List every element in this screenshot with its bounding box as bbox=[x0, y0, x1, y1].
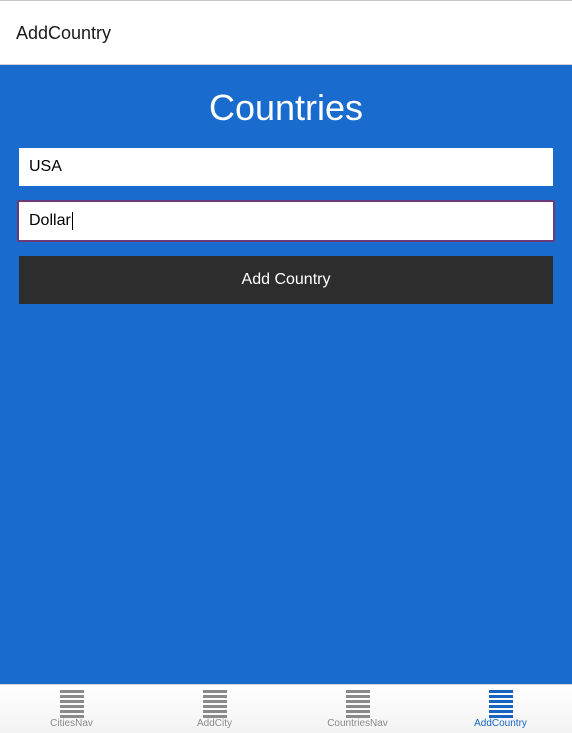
header-title: AddCountry bbox=[16, 23, 112, 43]
list-icon bbox=[345, 690, 370, 718]
list-icon bbox=[488, 690, 513, 718]
page-title: Countries bbox=[208, 87, 364, 128]
country-name-field[interactable]: USA bbox=[19, 148, 553, 186]
tab-countries-nav[interactable]: CountriesNav bbox=[286, 685, 429, 733]
tab-label-add-city: AddCity bbox=[196, 718, 232, 729]
currency-value: Dollar bbox=[29, 212, 71, 229]
text-cursor bbox=[71, 211, 73, 230]
navigation-header: AddCountry bbox=[0, 1, 572, 65]
tab-add-country[interactable]: AddCountry bbox=[429, 685, 572, 733]
country-name-value: USA bbox=[29, 158, 62, 175]
currency-field[interactable]: Dollar bbox=[17, 200, 555, 242]
add-country-button[interactable]: Add Country bbox=[19, 256, 553, 304]
app-window: AddCountry Countries USA Dollar Add Coun… bbox=[0, 0, 572, 733]
tab-add-city[interactable]: AddCity bbox=[143, 685, 286, 733]
main-content: Countries USA Dollar Add Country bbox=[0, 65, 572, 684]
tab-bar: CitiesNav AddCity CountriesNav AddCountr… bbox=[0, 684, 572, 733]
list-icon bbox=[202, 690, 227, 718]
tab-label-add-country: AddCountry bbox=[474, 718, 527, 729]
tab-label-countries-nav: CountriesNav bbox=[327, 718, 388, 729]
tab-label-cities-nav: CitiesNav bbox=[50, 718, 93, 729]
list-icon bbox=[59, 690, 84, 718]
tab-cities-nav[interactable]: CitiesNav bbox=[0, 685, 143, 733]
